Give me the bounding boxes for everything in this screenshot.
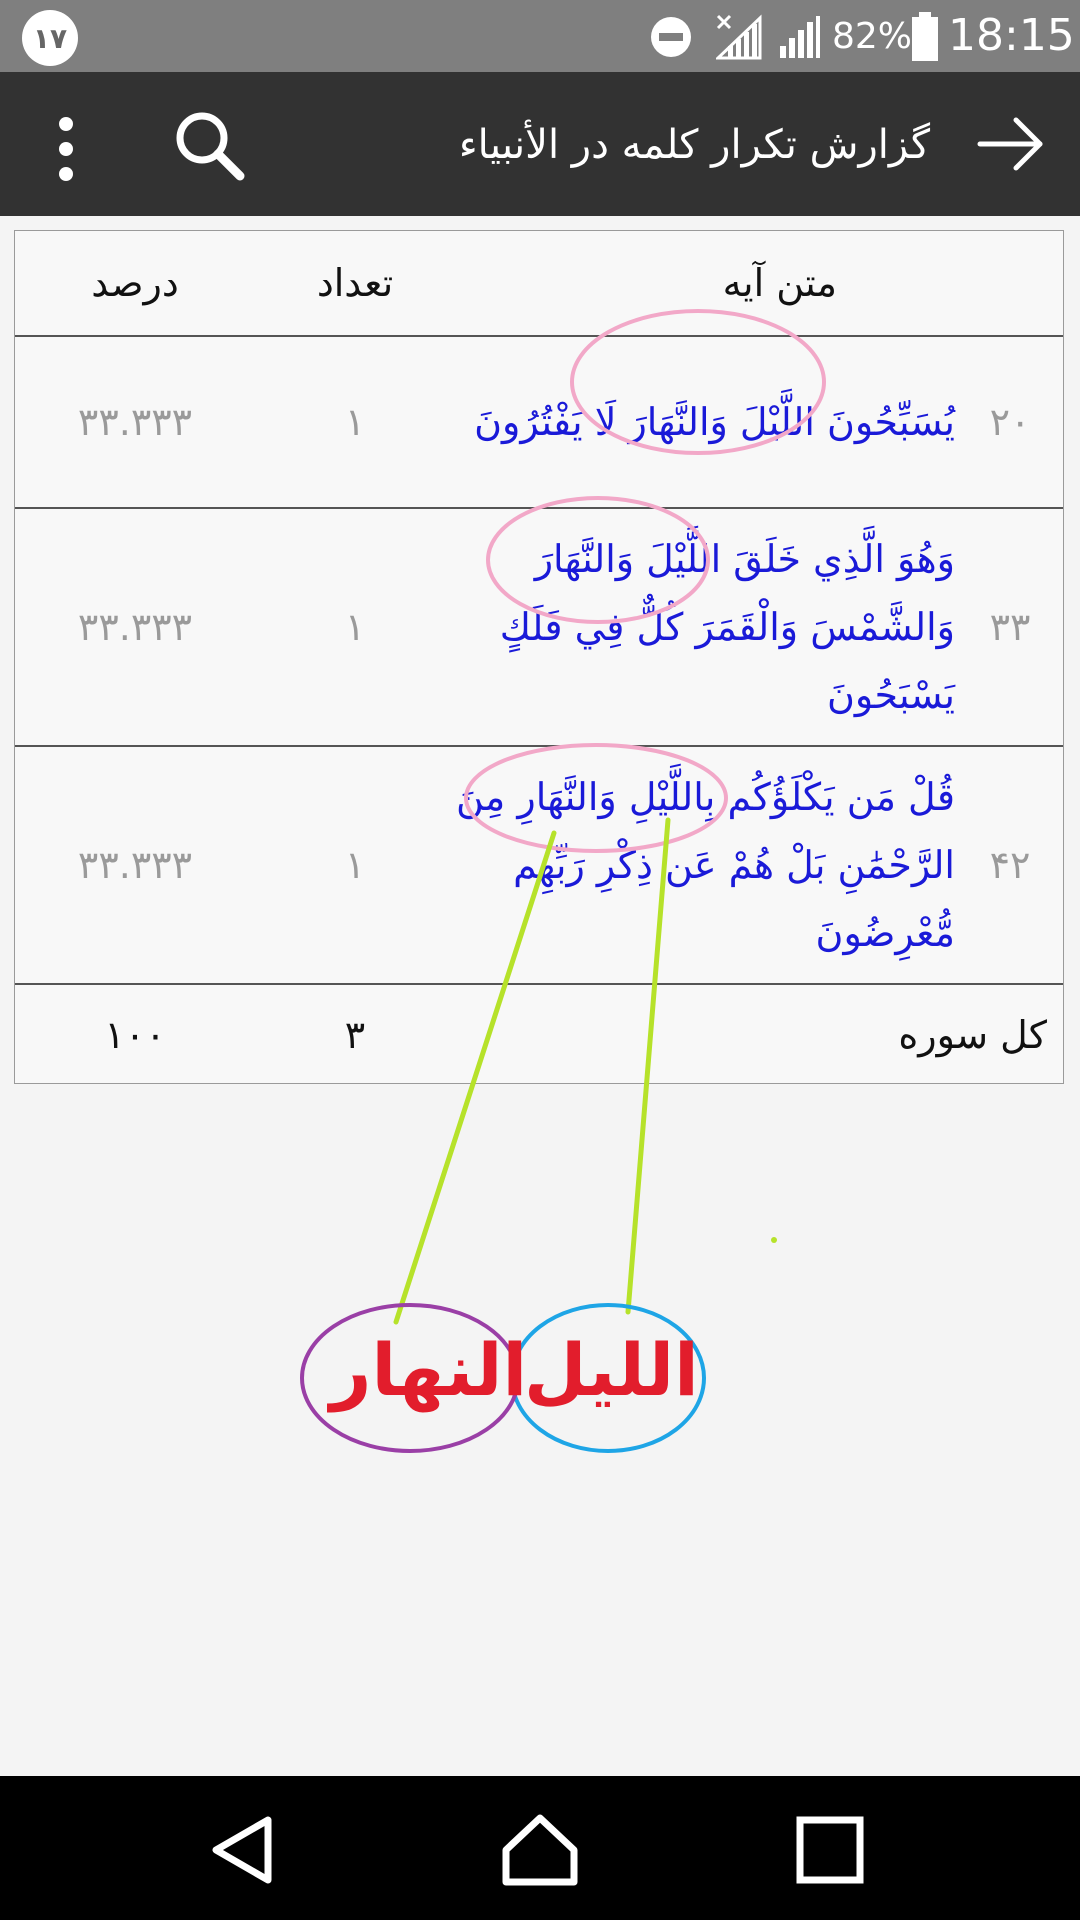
row-count: ١	[344, 605, 366, 649]
table-row[interactable]: ۳۳.۳۳۳ ١ يُسَبِّحُونَ اللَّيْلَ وَالنَّه…	[15, 337, 1063, 509]
row-percent: ۳۳.۳۳۳	[77, 605, 193, 649]
arrow-right-icon[interactable]	[976, 114, 1046, 174]
battery-icon	[912, 12, 938, 61]
app-bar: گزارش تکرار کلمه در الأنبیاء	[0, 72, 1080, 216]
row-count: ١	[344, 843, 366, 887]
word-frequency-table: درصد تعداد متن آیه ۳۳.۳۳۳ ١ يُسَبِّحُونَ…	[14, 230, 1064, 1084]
row-percent: ۳۳.۳۳۳	[77, 400, 193, 444]
row-percent: ۳۳.۳۳۳	[77, 843, 193, 887]
triangle-back-icon[interactable]	[202, 1812, 282, 1888]
table-row[interactable]: ۳۳.۳۳۳ ١ وَهُوَ الَّذِي خَلَقَ اللَّيْلَ…	[15, 509, 1063, 747]
square-recents-icon[interactable]	[790, 1812, 870, 1888]
notification-badge: ١٧	[22, 10, 78, 66]
table-total-row: ۱۰۰ ۳ کل سوره	[15, 985, 1063, 1085]
header-text: متن آیه	[722, 261, 837, 305]
do-not-disturb-icon	[651, 17, 691, 57]
row-count: ١	[344, 400, 366, 444]
page-title: گزارش تکرار کلمه در الأنبیاء	[458, 122, 930, 168]
home-icon[interactable]	[500, 1812, 580, 1888]
battery-percent: 82%	[832, 16, 913, 57]
ayah-number: ۲۰	[989, 400, 1031, 444]
search-icon[interactable]	[170, 106, 250, 186]
total-count: ۳	[344, 1013, 366, 1057]
more-vert-icon[interactable]	[52, 116, 80, 182]
label-night: الليل	[524, 1328, 699, 1412]
signal-icon	[780, 16, 820, 58]
ayah-text: يُسَبِّحُونَ اللَّيْلَ وَالنَّهَارَ لَا …	[474, 400, 955, 444]
navigation-bar	[0, 1776, 1080, 1920]
table-row[interactable]: ۳۳.۳۳۳ ١ قُلْ مَن يَكْلَؤُكُم بِاللَّيْل…	[15, 747, 1063, 985]
signal-no-service-icon	[716, 14, 762, 60]
total-percent: ۱۰۰	[104, 1013, 166, 1057]
ayah-number: ۳۳	[989, 605, 1031, 649]
stray-dot	[771, 1237, 777, 1243]
label-day: النهار	[330, 1328, 528, 1412]
ayah-text: وَهُوَ الَّذِي خَلَقَ اللَّيْلَ وَالنَّه…	[499, 537, 955, 717]
ayah-text: قُلْ مَن يَكْلَؤُكُم بِاللَّيْلِ وَالنَّ…	[455, 775, 955, 955]
total-label: کل سوره	[898, 1013, 1047, 1057]
table-header: درصد تعداد متن آیه	[15, 231, 1063, 337]
clock: 18:15	[948, 10, 1075, 61]
ayah-number: ۴۲	[989, 843, 1031, 887]
status-bar: ١٧ 82% 18:15	[0, 0, 1080, 72]
